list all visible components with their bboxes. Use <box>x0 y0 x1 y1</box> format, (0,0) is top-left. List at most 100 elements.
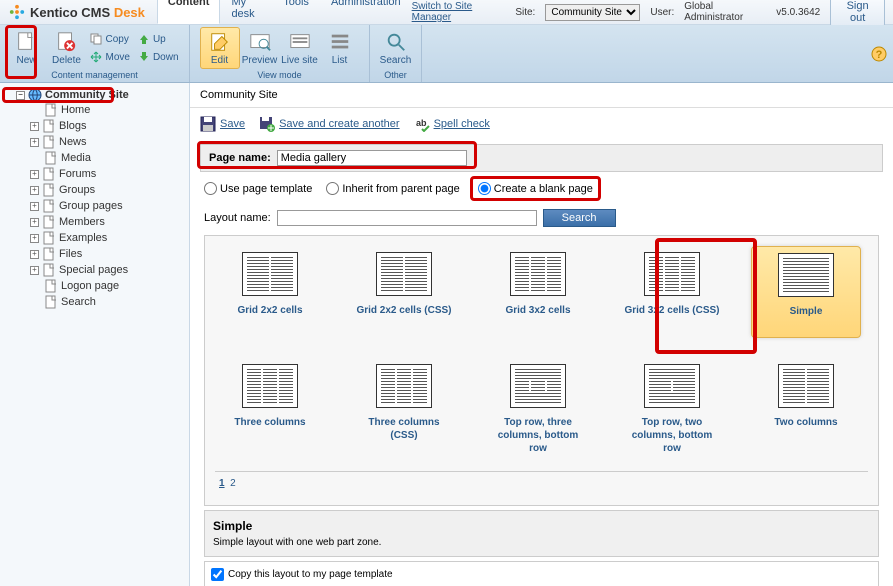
tree-node-special-pages[interactable]: +Special pages <box>30 263 187 277</box>
list-button[interactable]: List <box>320 27 360 69</box>
tab-mydesk[interactable]: My desk <box>220 0 272 24</box>
move-button[interactable]: Move <box>86 49 133 65</box>
layout-card-top-row-two-columns-bottom-row[interactable]: Top row, two columns, bottom row <box>617 358 727 461</box>
layout-card-top-row-three-columns-bottom-row[interactable]: Top row, three columns, bottom row <box>483 358 593 461</box>
page-1[interactable]: 1 <box>219 478 225 489</box>
layout-thumb-icon <box>510 364 566 408</box>
kentico-icon <box>8 3 26 21</box>
tree-root-node[interactable]: −Community Site <box>16 88 187 102</box>
layout-card-grid-3x2-cells-css-[interactable]: Grid 3x2 cells (CSS) <box>617 246 727 338</box>
layout-name-input[interactable] <box>277 210 537 226</box>
layout-card-grid-3x2-cells[interactable]: Grid 3x2 cells <box>483 246 593 338</box>
spell-check-link[interactable]: abSpell check <box>414 116 490 132</box>
tree-node-home[interactable]: Home <box>30 103 187 117</box>
spell-check-icon: ab <box>414 116 430 132</box>
page-icon <box>44 295 58 309</box>
help-icon[interactable]: ? <box>871 46 887 62</box>
save-create-another-link[interactable]: Save and create another <box>259 116 399 132</box>
preview-icon <box>249 31 271 53</box>
expand-icon[interactable]: + <box>30 138 39 147</box>
layout-card-simple[interactable]: Simple <box>751 246 861 338</box>
search-button[interactable]: Search <box>376 27 416 69</box>
save-link[interactable]: Save <box>200 116 245 132</box>
layout-thumb-icon <box>778 364 834 408</box>
page-icon <box>42 167 56 181</box>
page-icon <box>44 103 58 117</box>
tree-node-files[interactable]: +Files <box>30 247 187 261</box>
tab-content[interactable]: Content <box>157 0 221 24</box>
expand-icon[interactable]: + <box>30 234 39 243</box>
selected-layout-desc: Simple layout with one web part zone. <box>213 537 870 548</box>
globe-icon <box>28 88 42 102</box>
tree-node-forums[interactable]: +Forums <box>30 167 187 181</box>
page-icon <box>42 247 56 261</box>
save-icon <box>200 116 216 132</box>
radio-use-template[interactable]: Use page template <box>204 182 312 195</box>
expand-icon[interactable]: + <box>30 122 39 131</box>
template-mode-radios: Use page template Inherit from parent pa… <box>200 172 883 205</box>
tab-tools[interactable]: Tools <box>272 0 320 24</box>
collapse-icon[interactable]: − <box>16 91 25 100</box>
pagename-input[interactable] <box>277 150 467 166</box>
layout-label: Top row, two columns, bottom row <box>623 416 721 455</box>
layout-thumb-icon <box>376 252 432 296</box>
radio-blank[interactable]: Create a blank page <box>474 180 597 197</box>
layout-thumb-icon <box>644 252 700 296</box>
breadcrumb: Community Site <box>190 83 893 108</box>
page-2[interactable]: 2 <box>230 478 236 489</box>
live-site-button[interactable]: Live site <box>280 27 320 69</box>
page-icon <box>42 263 56 277</box>
tree-node-group-pages[interactable]: +Group pages <box>30 199 187 213</box>
tree-node-news[interactable]: +News <box>30 135 187 149</box>
tree-node-media[interactable]: Media <box>30 151 187 165</box>
layout-card-grid-2x2-cells[interactable]: Grid 2x2 cells <box>215 246 325 338</box>
expand-icon[interactable]: + <box>30 266 39 275</box>
content-tree: −Community SiteHome +Blogs +News Media +Foru… <box>0 83 190 586</box>
tab-administration[interactable]: Administration <box>320 0 412 24</box>
tree-node-examples[interactable]: +Examples <box>30 231 187 245</box>
layout-label: Top row, three columns, bottom row <box>489 416 587 455</box>
top-bar: Kentico CMS Desk Content My desk Tools A… <box>0 0 893 25</box>
tree-node-search[interactable]: Search <box>30 295 187 309</box>
site-select[interactable]: Community Site <box>545 4 640 21</box>
layout-card-three-columns-css-[interactable]: Three columns (CSS) <box>349 358 459 461</box>
tree-node-blogs[interactable]: +Blogs <box>30 119 187 133</box>
tree-node-logon-page[interactable]: Logon page <box>30 279 187 293</box>
top-right: Switch to Site Manager Site: Community S… <box>412 0 885 27</box>
selected-layout-info: Simple Simple layout with one web part z… <box>204 510 879 557</box>
up-button[interactable]: Up <box>134 31 183 47</box>
search-icon <box>385 31 407 53</box>
expand-icon[interactable]: + <box>30 186 39 195</box>
expand-icon[interactable]: + <box>30 218 39 227</box>
copy-button[interactable]: Copy <box>86 31 133 47</box>
new-page-icon <box>15 31 37 53</box>
page-icon <box>42 135 56 149</box>
sign-out-button[interactable]: Sign out <box>830 0 885 27</box>
layout-thumb-icon <box>376 364 432 408</box>
expand-icon[interactable]: + <box>30 170 39 179</box>
user-value: Global Administrator <box>684 1 766 23</box>
switch-to-site-manager-link[interactable]: Switch to Site Manager <box>412 1 506 23</box>
layout-label: Three columns <box>234 416 305 442</box>
new-button[interactable]: New <box>6 27 46 69</box>
live-site-icon <box>289 31 311 53</box>
copy-layout-row: Copy this layout to my page template <box>204 561 879 586</box>
copy-layout-checkbox[interactable] <box>211 568 224 581</box>
expand-icon[interactable]: + <box>30 202 39 211</box>
group-label-view-mode: View mode <box>257 69 301 81</box>
down-button[interactable]: Down <box>134 49 183 65</box>
delete-button[interactable]: Delete <box>46 27 86 69</box>
layout-search-button[interactable]: Search <box>543 209 616 227</box>
edit-mode-button[interactable]: Edit <box>200 27 240 69</box>
preview-button[interactable]: Preview <box>240 27 280 69</box>
radio-inherit[interactable]: Inherit from parent page <box>326 182 459 195</box>
user-label: User: <box>650 7 674 18</box>
tree-node-members[interactable]: +Members <box>30 215 187 229</box>
layout-search-row: Layout name: Search <box>200 205 883 231</box>
expand-icon[interactable]: + <box>30 250 39 259</box>
layout-card-two-columns[interactable]: Two columns <box>751 358 861 461</box>
layout-card-three-columns[interactable]: Three columns <box>215 358 325 461</box>
layout-card-grid-2x2-cells-css-[interactable]: Grid 2x2 cells (CSS) <box>349 246 459 338</box>
tree-node-groups[interactable]: +Groups <box>30 183 187 197</box>
page-icon <box>44 151 58 165</box>
